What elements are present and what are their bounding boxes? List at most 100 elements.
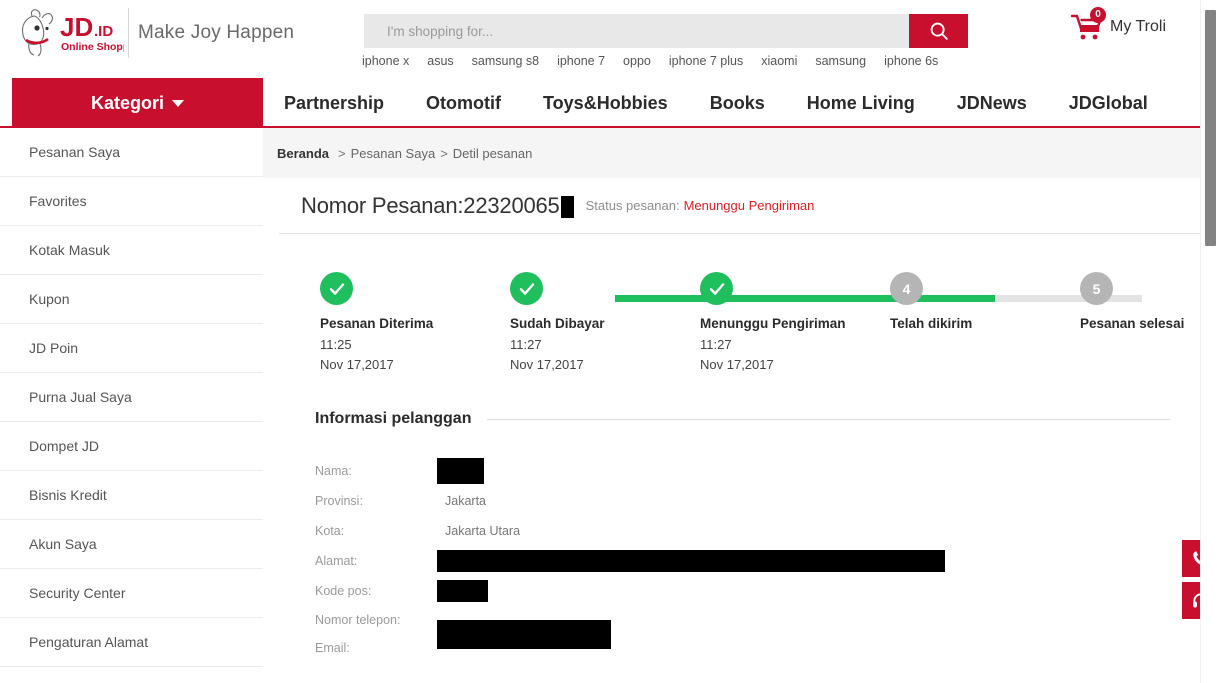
customer-info-section: Informasi pelanggan Nama: Provinsi: Jaka…: [263, 410, 1210, 662]
breadcrumb-separator: >: [338, 145, 346, 161]
step-title: Pesanan Diterima: [320, 316, 434, 331]
info-label: Email:: [315, 641, 350, 655]
info-label: Kota:: [315, 524, 345, 538]
kategori-menu-button[interactable]: Kategori: [12, 78, 263, 128]
tagline: Make Joy Happen: [138, 22, 295, 43]
step-time: 11:27: [510, 337, 542, 352]
cart-icon-wrap: 0: [1070, 7, 1106, 42]
table-row: Email:: [315, 620, 1210, 662]
hot-word[interactable]: samsung s8: [472, 54, 539, 68]
step-circle-done: [510, 272, 543, 305]
nav-item-home-living[interactable]: Home Living: [786, 93, 936, 114]
step-date: Nov 17,2017: [320, 357, 394, 372]
search-icon: [930, 22, 948, 40]
chevron-down-icon: [172, 99, 184, 107]
search-button[interactable]: [909, 14, 968, 48]
step-number: 4: [902, 280, 911, 297]
order-header: Nomor Pesanan:22320065 Status pesanan: M…: [263, 178, 1210, 233]
sidebar-item-kotak-masuk[interactable]: Kotak Masuk: [0, 226, 263, 275]
step-date: Nov 17,2017: [700, 357, 774, 372]
nav-links: Partnership Otomotif Toys&Hobbies Books …: [263, 78, 1169, 128]
breadcrumb-home[interactable]: Beranda: [277, 146, 329, 161]
step-circle-done: [320, 272, 353, 305]
hot-word[interactable]: iphone 7: [557, 54, 605, 68]
hot-word[interactable]: samsung: [815, 54, 866, 68]
breadcrumb-separator: >: [440, 145, 448, 161]
site-header: JD .ID Online Shopping Make Joy Happen i…: [0, 0, 1210, 78]
cart-button[interactable]: 0 My Troli: [1070, 7, 1166, 42]
order-status-label: Status pesanan:: [585, 198, 680, 213]
page-scrollbar[interactable]: [1200, 0, 1219, 683]
order-header-divider: [279, 233, 1202, 234]
section-rule: [487, 418, 1170, 420]
sidebar-item-security-center[interactable]: Security Center: [0, 569, 263, 618]
order-number: Nomor Pesanan:22320065: [301, 193, 574, 219]
table-row: Kota: Jakarta Utara: [315, 516, 1210, 546]
search-input[interactable]: [364, 14, 909, 48]
nav-item-jdnews[interactable]: JDNews: [936, 93, 1048, 114]
hot-word[interactable]: oppo: [623, 54, 651, 68]
customer-info-header: Informasi pelanggan: [315, 410, 1210, 428]
main-content: Beranda > Pesanan Saya > Detil pesanan N…: [263, 128, 1210, 683]
info-label: Nomor telepon:: [315, 613, 401, 627]
body-wrapper: Pesanan Saya Favorites Kotak Masuk Kupon…: [0, 128, 1210, 683]
order-number-redaction: [560, 195, 574, 218]
breadcrumb-current: Detil pesanan: [452, 145, 533, 161]
redaction-bar: [437, 458, 484, 484]
kategori-label: Kategori: [90, 92, 164, 113]
order-number-value: 22320065: [463, 192, 560, 218]
stepper-step-2: Sudah Dibayar 11:27 Nov 17,2017: [510, 272, 700, 372]
step-circle-pending: 5: [1080, 272, 1113, 305]
sidebar-item-pengaturan-alamat[interactable]: Pengaturan Alamat: [0, 618, 263, 667]
step-time: 11:27: [700, 337, 732, 352]
hot-word[interactable]: iphone x: [362, 54, 409, 68]
hot-search-words: iphone x asus samsung s8 iphone 7 oppo i…: [362, 54, 938, 68]
sidebar-item-purna-jual-saya[interactable]: Purna Jual Saya: [0, 373, 263, 422]
hot-word[interactable]: xiaomi: [761, 54, 797, 68]
sidebar-item-akun-saya[interactable]: Akun Saya: [0, 520, 263, 569]
sidebar-item-kupon[interactable]: Kupon: [0, 275, 263, 324]
info-value: [437, 620, 611, 655]
nav-item-jdglobal[interactable]: JDGlobal: [1048, 93, 1169, 114]
section-title: Informasi pelanggan: [315, 410, 472, 427]
order-number-label: Nomor Pesanan:: [301, 192, 464, 218]
nav-item-partnership[interactable]: Partnership: [263, 93, 405, 114]
step-time: 11:25: [320, 337, 352, 352]
jd-id-logo[interactable]: JD .ID Online Shopping: [12, 6, 145, 58]
account-sidebar: Pesanan Saya Favorites Kotak Masuk Kupon…: [0, 128, 263, 667]
breadcrumb-pesanan-saya[interactable]: Pesanan Saya: [351, 146, 436, 161]
sidebar-item-jd-poin[interactable]: JD Poin: [0, 324, 263, 373]
sidebar-item-pesanan-saya[interactable]: Pesanan Saya: [0, 128, 263, 177]
sidebar-item-favorites[interactable]: Favorites: [0, 177, 263, 226]
info-label: Alamat:: [315, 554, 358, 568]
check-icon: [519, 282, 534, 295]
table-row: Provinsi: Jakarta: [315, 486, 1210, 516]
redaction-bar: [437, 550, 945, 572]
step-circle-done: [700, 272, 733, 305]
svg-text:.ID: .ID: [94, 23, 113, 40]
step-circle-pending: 4: [890, 272, 923, 305]
check-icon: [709, 282, 724, 295]
check-icon: [329, 282, 344, 295]
table-row: Alamat:: [315, 546, 1210, 576]
nav-item-toys-hobbies[interactable]: Toys&Hobbies: [522, 93, 689, 114]
svg-text:JD: JD: [60, 12, 93, 42]
scrollbar-thumb[interactable]: [1205, 10, 1216, 246]
sidebar-item-dompet-jd[interactable]: Dompet JD: [0, 422, 263, 471]
logo-divider: [128, 8, 129, 58]
cart-count-badge: 0: [1090, 7, 1106, 23]
stepper-step-4: 4 Telah dikirim: [890, 272, 1080, 331]
hot-word[interactable]: iphone 6s: [884, 54, 938, 68]
hot-word[interactable]: iphone 7 plus: [669, 54, 743, 68]
hot-word[interactable]: asus: [427, 54, 453, 68]
info-value: Jakarta Utara: [445, 524, 521, 538]
nav-item-books[interactable]: Books: [689, 93, 786, 114]
info-value: [437, 458, 484, 484]
step-date: Nov 17,2017: [510, 357, 584, 372]
step-title: Telah dikirim: [890, 316, 973, 331]
nav-item-otomotif[interactable]: Otomotif: [405, 93, 522, 114]
info-label: Nama:: [315, 464, 352, 478]
sidebar-item-bisnis-kredit[interactable]: Bisnis Kredit: [0, 471, 263, 520]
svg-text:Online Shopping: Online Shopping: [61, 41, 124, 53]
info-value: Jakarta: [445, 494, 486, 508]
